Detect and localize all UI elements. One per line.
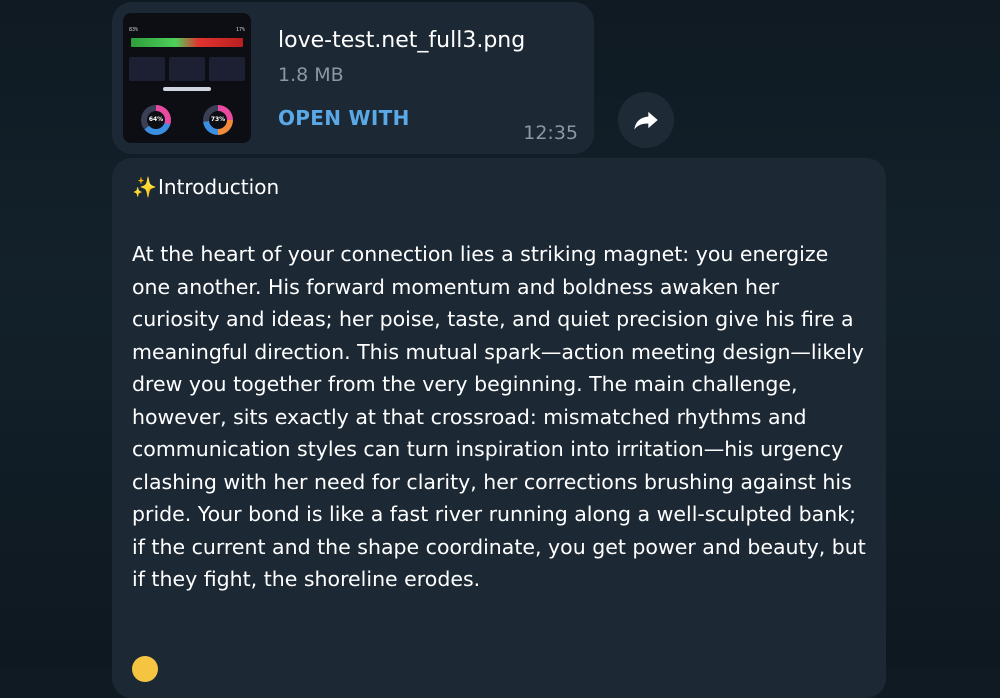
section-heading: ✨Introduction [132, 175, 279, 199]
thumb-right-percent: 17% [235, 27, 245, 33]
image-thumbnail[interactable]: 83% 17% 64% 73% [123, 13, 251, 143]
thumb-subtitle [163, 87, 211, 91]
forward-arrow-icon [634, 111, 658, 130]
sparkles-icon: ✨ [132, 175, 157, 199]
forward-button[interactable] [618, 92, 674, 148]
thumb-ring-right: 73% [203, 105, 233, 135]
message-body: At the heart of your connection lies a s… [132, 242, 866, 591]
next-section-emoji-icon [132, 656, 158, 682]
section-heading-label: Introduction [158, 175, 280, 199]
text-message-bubble[interactable]: ✨Introduction At the heart of your conne… [112, 158, 886, 698]
thumb-ring-left: 64% [141, 105, 171, 135]
file-message-bubble[interactable]: 83% 17% 64% 73% love-test.net_full3.png … [112, 2, 594, 154]
thumb-panel [129, 57, 165, 81]
thumb-panel [169, 57, 205, 81]
file-name: love-test.net_full3.png [278, 28, 526, 53]
message-time: 12:35 [523, 122, 578, 144]
thumb-score-bar [131, 38, 243, 47]
file-size: 1.8 MB [278, 64, 344, 86]
thumb-panel [209, 57, 245, 81]
thumb-ring-left-value: 64% [147, 111, 165, 129]
thumb-left-percent: 83% [129, 27, 139, 33]
thumb-ring-right-value: 73% [209, 111, 227, 129]
open-with-button[interactable]: OPEN WITH [278, 106, 410, 130]
